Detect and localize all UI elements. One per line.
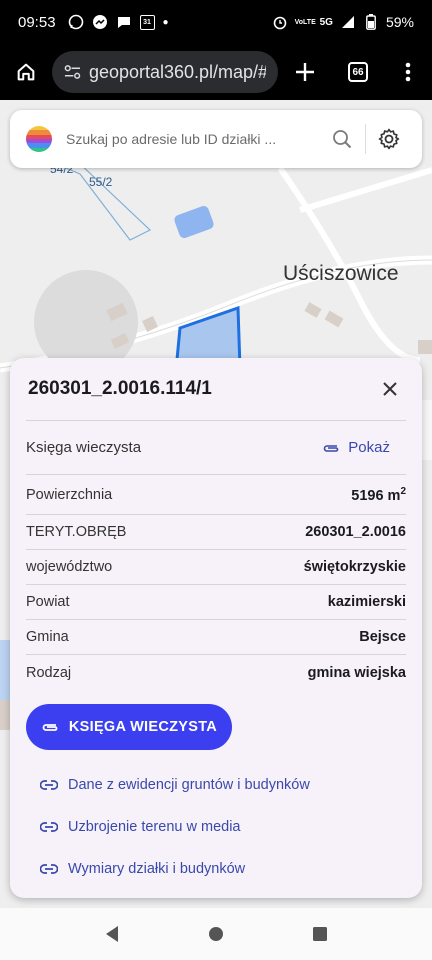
attachment-icon — [42, 724, 58, 731]
panel-header: 260301_2.0016.114/1 — [26, 358, 406, 420]
site-settings-icon[interactable] — [64, 64, 81, 80]
place-label: Uściszowice — [283, 262, 399, 285]
search-icon — [333, 130, 352, 149]
recents-icon — [313, 927, 327, 941]
links-list: Dane z ewidencji gruntów i budynków Uzbr… — [26, 764, 406, 890]
close-button[interactable] — [374, 373, 406, 405]
link-land-records[interactable]: Dane z ewidencji gruntów i budynków — [26, 764, 406, 806]
status-time: 09:53 — [18, 13, 56, 31]
link-label: Dane z ewidencji gruntów i budynków — [68, 777, 310, 793]
volte-indicator: VoLTE — [294, 18, 316, 26]
show-link-label: Pokaż — [348, 439, 390, 456]
url-text: geoportal360.pl/map/#c — [88, 61, 266, 82]
whatsapp-icon — [68, 14, 84, 30]
button-label: KSIĘGA WIECZYSTA — [68, 719, 218, 735]
link-icon — [40, 780, 58, 790]
alarm-icon — [272, 14, 288, 30]
land-register-button[interactable]: KSIĘGA WIECZYSTA — [26, 704, 232, 750]
recents-button[interactable] — [300, 914, 340, 954]
notification-dot-icon: ● — [162, 16, 169, 28]
info-row-type: Rodzaj gmina wiejska — [26, 655, 406, 690]
row-label: Powiat — [26, 594, 70, 610]
link-icon — [40, 822, 58, 832]
row-value: gmina wiejska — [307, 664, 406, 681]
tab-switcher-button[interactable]: 66 — [332, 62, 384, 82]
home-circle-icon — [209, 927, 223, 941]
info-row-voivodeship: województwo świętokrzyskie — [26, 550, 406, 585]
parcel-id-title: 260301_2.0016.114/1 — [28, 378, 212, 399]
plus-icon — [296, 63, 314, 81]
row-label: Powierzchnia — [26, 486, 113, 503]
land-register-label: Księga wieczysta — [26, 439, 142, 456]
show-land-register-link[interactable]: Pokaż — [322, 439, 390, 456]
chat-icon — [116, 14, 132, 30]
search-button[interactable] — [325, 122, 359, 156]
network-type: 5G — [319, 16, 333, 28]
area-unit-exponent: 2 — [400, 485, 406, 497]
row-value: 5196 m2 — [351, 486, 406, 504]
row-value: 260301_2.0016 — [305, 524, 406, 540]
row-value: kazimierski — [327, 594, 406, 610]
info-row-area: Powierzchnia 5196 m2 — [26, 475, 406, 515]
link-label: Uzbrojenie terenu w media — [68, 819, 241, 835]
app-logo — [26, 126, 52, 152]
info-row-county: Powiat kazimierski — [26, 585, 406, 620]
divider — [365, 124, 366, 154]
settings-button[interactable] — [372, 122, 406, 156]
home-icon — [17, 63, 35, 81]
parcel-label: 55/2 — [89, 175, 113, 189]
close-icon — [383, 382, 397, 396]
battery-icon — [363, 14, 379, 30]
info-row-teryt: TERYT.OBRĘB 260301_2.0016 — [26, 515, 406, 550]
search-bar — [10, 110, 422, 168]
home-button[interactable] — [0, 61, 52, 83]
signal-icon — [340, 14, 356, 30]
status-bar: 09:53 31 ● VoLTE 5G 59% — [0, 0, 432, 44]
messenger-icon — [92, 14, 108, 30]
system-nav-bar — [0, 908, 432, 960]
attachment-icon — [324, 444, 339, 452]
area-value: 5196 m — [351, 487, 401, 504]
address-bar[interactable]: geoportal360.pl/map/#c — [52, 51, 278, 93]
home-nav-button[interactable] — [196, 914, 236, 954]
browser-toolbar: geoportal360.pl/map/#c 66 — [0, 44, 432, 100]
new-tab-button[interactable] — [278, 61, 332, 83]
row-label: TERYT.OBRĘB — [26, 524, 127, 540]
row-value: Bejsce — [359, 629, 406, 645]
back-button[interactable] — [92, 914, 132, 954]
link-utilities[interactable]: Uzbrojenie terenu w media — [26, 806, 406, 848]
info-row-commune: Gmina Bejsce — [26, 620, 406, 655]
battery-percent: 59% — [385, 14, 414, 30]
parcel-info-panel: 260301_2.0016.114/1 Księga wieczysta Pok… — [10, 358, 422, 898]
more-vert-icon — [405, 62, 411, 82]
land-register-row: Księga wieczysta Pokaż — [26, 421, 406, 475]
row-label: Gmina — [26, 629, 69, 645]
link-icon — [40, 864, 58, 874]
row-value: świętokrzyskie — [303, 559, 406, 575]
back-icon — [106, 926, 118, 942]
browser-menu-button[interactable] — [384, 62, 432, 82]
search-input[interactable] — [66, 131, 321, 147]
row-label: Rodzaj — [26, 664, 72, 681]
tabs-count: 66 — [348, 62, 368, 82]
calendar-icon: 31 — [139, 14, 155, 30]
link-label: Wymiary działki i budynków — [68, 861, 246, 877]
gear-icon — [378, 128, 400, 150]
row-label: województwo — [26, 559, 113, 575]
link-dimensions[interactable]: Wymiary działki i budynków — [26, 848, 406, 890]
